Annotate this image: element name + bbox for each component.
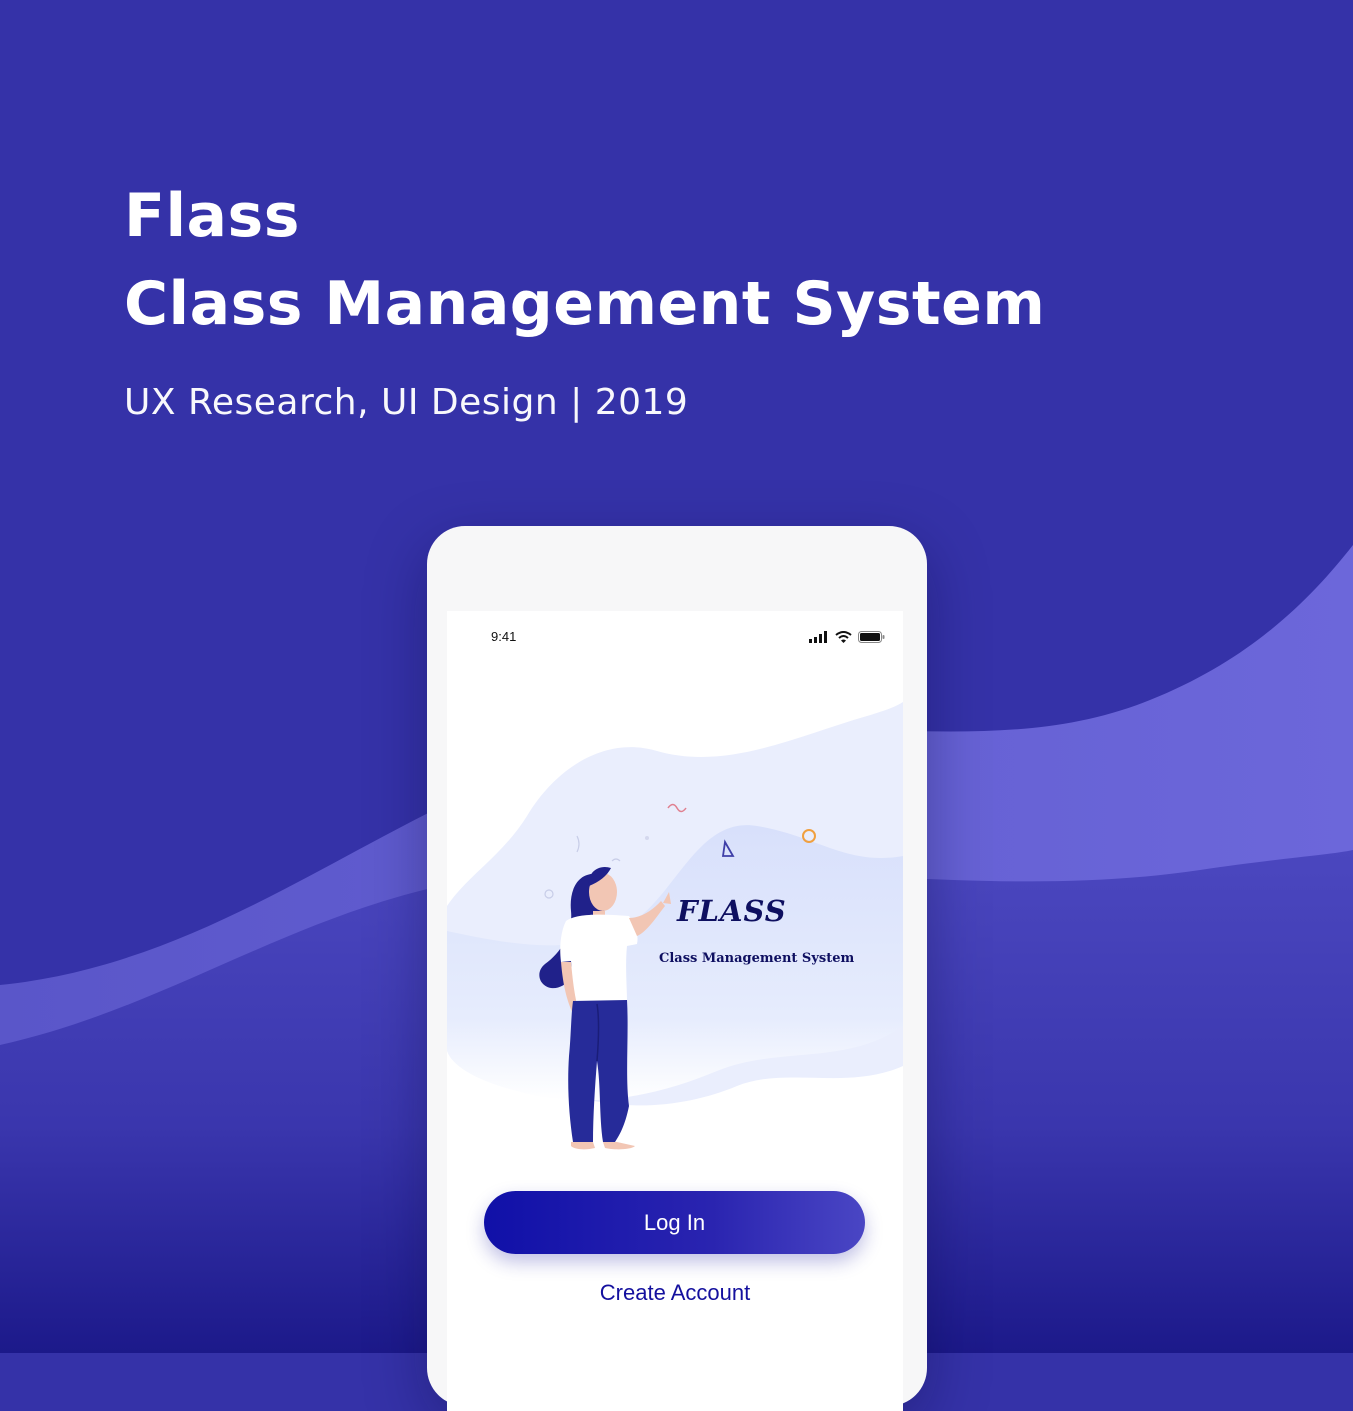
hero-title: Flass Class Management System xyxy=(124,172,1045,348)
status-icons xyxy=(809,631,885,643)
hero-subtitle: UX Research, UI Design | 2019 xyxy=(124,382,689,423)
login-button[interactable]: Log In xyxy=(484,1191,865,1254)
signal-icon xyxy=(809,631,827,643)
status-time: 9:41 xyxy=(491,629,517,644)
splash-brand-tagline: Class Management System xyxy=(659,951,855,966)
phone-mockup: 9:41 FLASS Class Management System Log I… xyxy=(427,526,927,1411)
wifi-icon xyxy=(835,631,852,643)
hero-title-brand: Flass xyxy=(124,181,300,251)
phone-screen: 9:41 FLASS Class Management System Log I… xyxy=(447,611,903,1411)
create-account-link[interactable]: Create Account xyxy=(447,1280,903,1306)
splash-illustration xyxy=(447,702,903,1150)
battery-icon xyxy=(858,631,885,643)
splash-brand-title: FLASS xyxy=(677,894,787,928)
hero-title-product: Class Management System xyxy=(124,269,1046,339)
